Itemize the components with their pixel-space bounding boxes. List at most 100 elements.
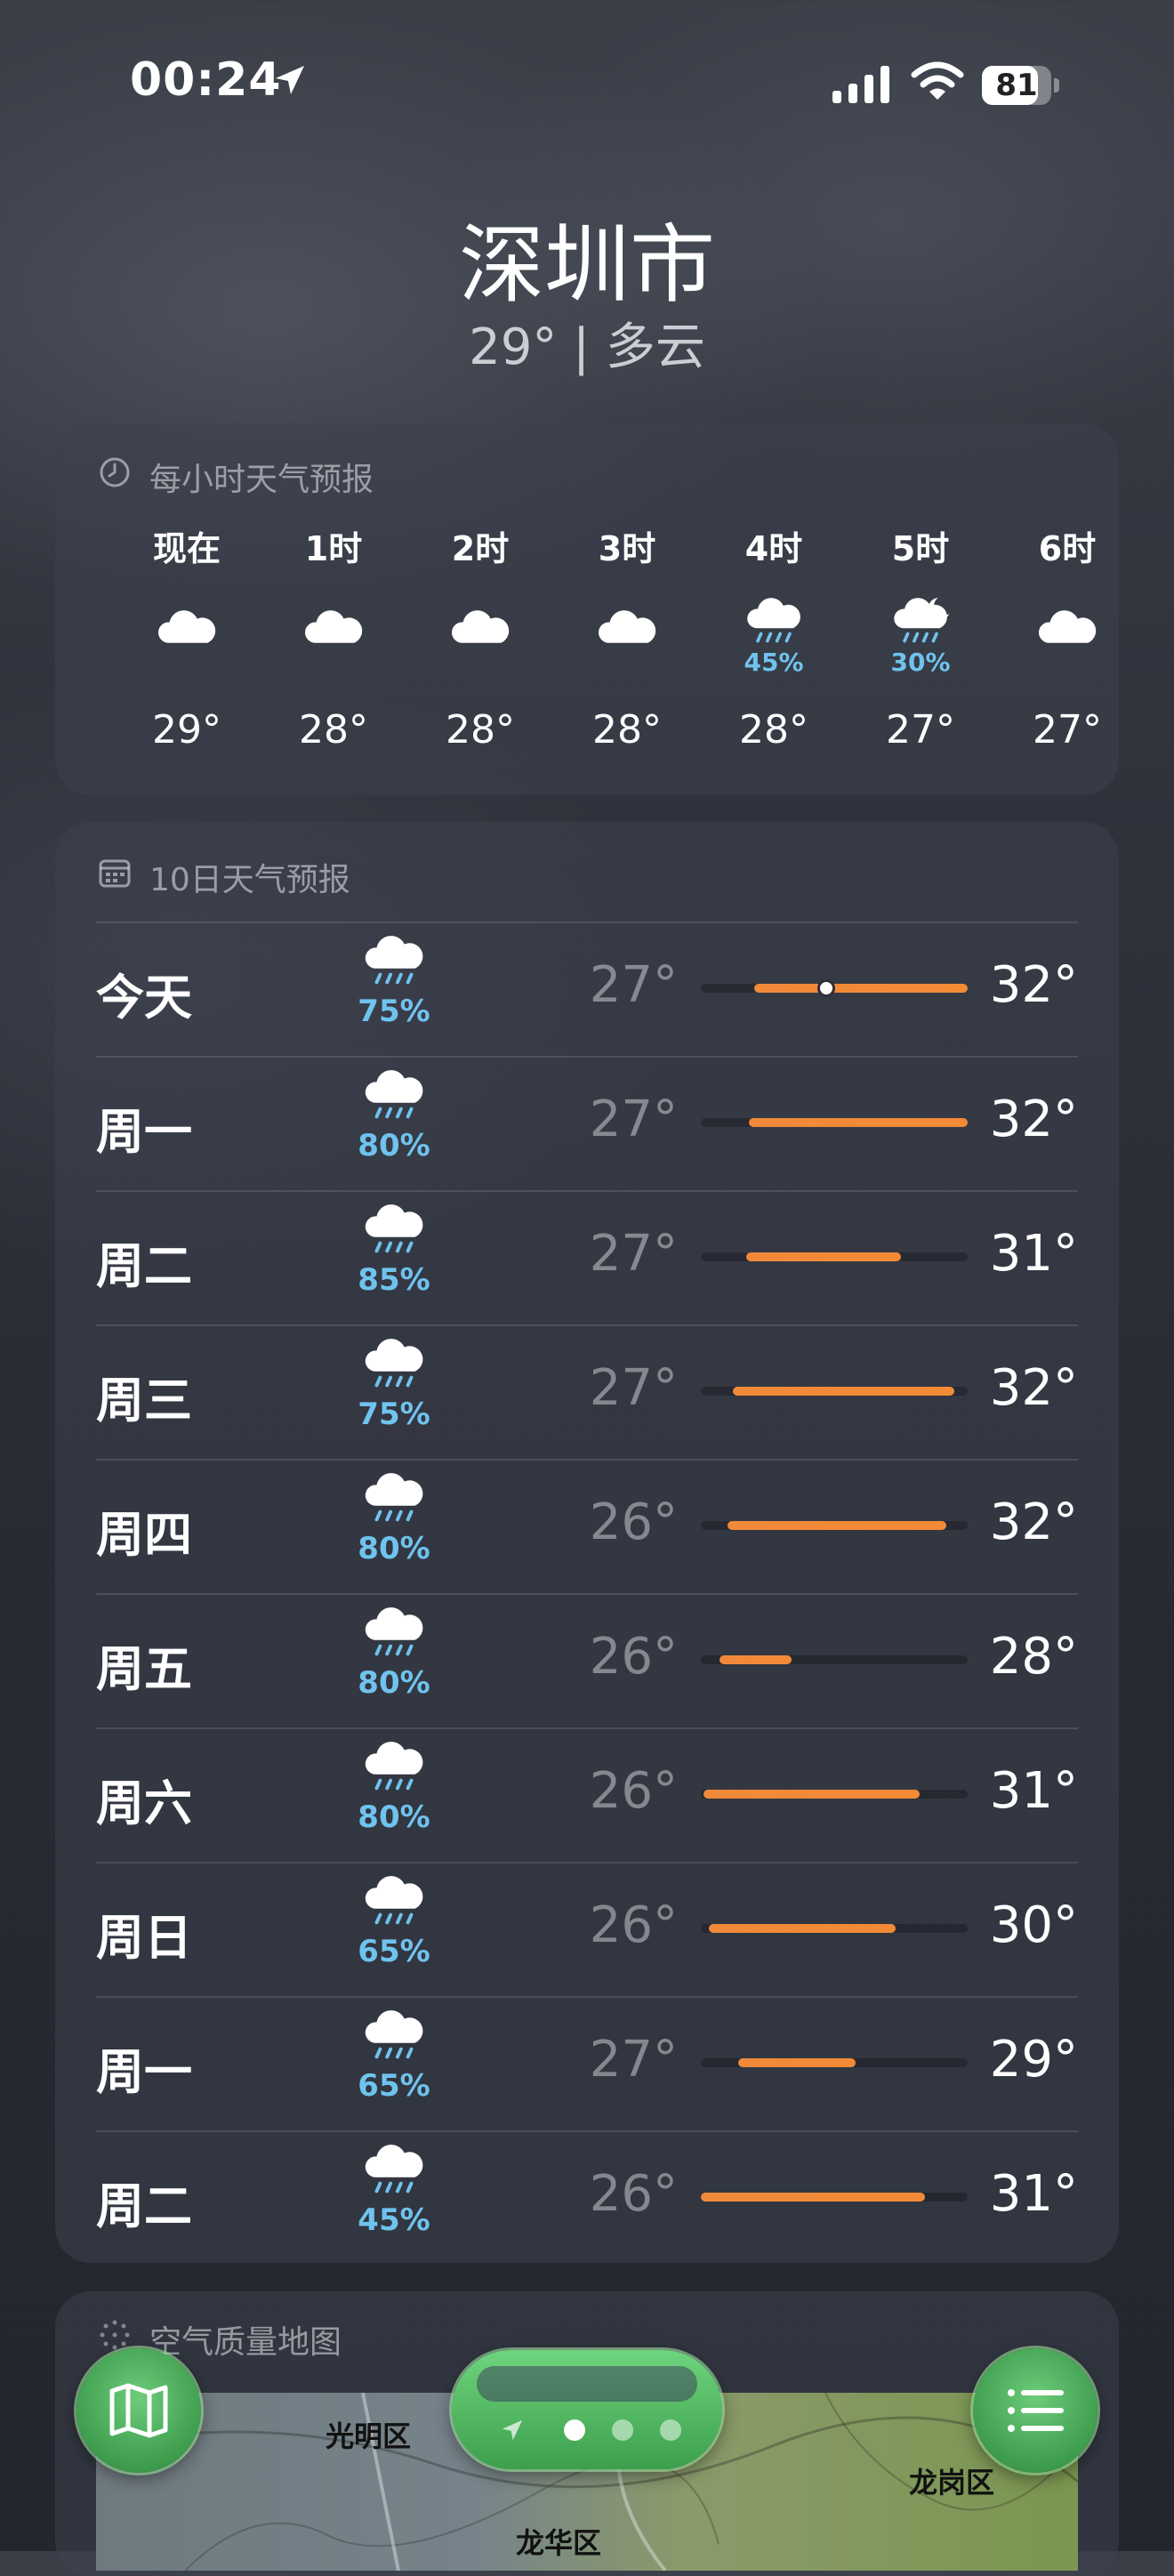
row-divider xyxy=(96,1862,1078,1864)
day-low-temp: 27° xyxy=(589,1225,678,1283)
hourly-temp: 27° xyxy=(1033,707,1102,753)
hourly-time: 4时 xyxy=(744,529,803,568)
city-list-button[interactable] xyxy=(973,2348,1098,2473)
page-dot[interactable] xyxy=(612,2419,633,2441)
daily-title: 10日天气预报 xyxy=(149,862,350,898)
day-label: 周二 xyxy=(96,2178,192,2234)
day-low-temp: 27° xyxy=(589,1359,678,1417)
temp-range-bar xyxy=(701,1387,968,1396)
hourly-title: 每小时天气预报 xyxy=(149,462,374,498)
day-label: 今天 xyxy=(96,970,192,1026)
temp-range-bar xyxy=(701,1521,968,1530)
map-label-longhua: 龙华区 xyxy=(516,2526,602,2560)
page-indicator[interactable] xyxy=(452,2350,722,2469)
cloud-rain-icon xyxy=(365,1204,423,1253)
calendar-icon xyxy=(99,859,131,888)
row-divider xyxy=(96,1324,1078,1326)
temp-range-fill xyxy=(733,1387,954,1396)
map-label-longgang: 龙岗区 xyxy=(909,2466,995,2500)
cloud-rain-icon xyxy=(365,2010,423,2059)
cloud-rain-icon xyxy=(747,597,800,642)
page-dot[interactable] xyxy=(564,2419,585,2441)
temp-range-bar xyxy=(701,1252,968,1261)
day-high-temp: 29° xyxy=(989,2031,1078,2089)
day-label: 周六 xyxy=(96,1775,192,1831)
cloud-rain-icon xyxy=(365,936,423,985)
hourly-item: 1时 28° xyxy=(267,521,400,753)
day-precip: 85% xyxy=(358,1262,430,1298)
cloud-icon xyxy=(157,610,216,643)
cellular-signal-icon xyxy=(832,66,889,103)
cloud-rain-icon xyxy=(365,2145,423,2194)
status-time: 00:24 xyxy=(130,53,282,107)
day-precip: 65% xyxy=(358,2068,430,2104)
hourly-forecast-card[interactable]: 每小时天气预报 现在 29° 1时 28° 2时 28° 3时 28° 4时 45% 28° 5时 30… xyxy=(55,423,1119,795)
temp-range-bar xyxy=(701,1790,968,1799)
day-high-temp: 31° xyxy=(989,1762,1078,1820)
temp-range-bar xyxy=(701,1924,968,1933)
day-label: 周四 xyxy=(96,1507,192,1563)
temp-range-fill xyxy=(704,1790,920,1799)
day-precip: 80% xyxy=(358,1128,430,1163)
hourly-item: 6时 27° xyxy=(1001,521,1134,753)
hourly-temp: 28° xyxy=(592,707,662,753)
day-high-temp: 32° xyxy=(989,1493,1078,1551)
day-low-temp: 27° xyxy=(589,956,678,1014)
hourly-temp: 28° xyxy=(299,707,368,753)
hourly-time: 3时 xyxy=(598,529,656,568)
cloud-icon xyxy=(1038,610,1097,643)
hourly-time: 现在 xyxy=(152,529,221,568)
day-high-temp: 32° xyxy=(989,1359,1078,1417)
cloud-icon xyxy=(304,610,363,643)
day-label: 周二 xyxy=(96,1238,192,1294)
day-label: 周三 xyxy=(96,1373,192,1429)
day-low-temp: 26° xyxy=(589,1896,678,1954)
hourly-temp: 29° xyxy=(152,707,221,753)
day-precip: 75% xyxy=(358,1397,430,1432)
current-conditions: 29° | 多云 xyxy=(469,318,705,376)
temp-range-bar xyxy=(701,2058,968,2067)
row-divider xyxy=(96,2130,1078,2132)
day-low-temp: 27° xyxy=(589,1091,678,1148)
day-label: 周一 xyxy=(96,2044,192,2100)
hourly-temp: 28° xyxy=(446,707,515,753)
cloud-icon xyxy=(451,610,510,643)
hourly-time: 2时 xyxy=(451,529,510,568)
air-quality-icon xyxy=(100,2320,130,2350)
row-divider xyxy=(96,1056,1078,1058)
day-low-temp: 26° xyxy=(589,1628,678,1686)
current-temp-marker xyxy=(817,979,835,997)
hourly-item: 现在 29° xyxy=(120,521,253,753)
list-icon xyxy=(1008,2389,1064,2432)
day-precip: 75% xyxy=(358,994,430,1029)
map-icon xyxy=(109,2383,168,2438)
hourly-temp: 28° xyxy=(739,707,808,753)
day-precip: 80% xyxy=(358,1799,430,1835)
hourly-temp: 27° xyxy=(886,707,955,753)
current-location-icon xyxy=(502,2419,523,2441)
hourly-item: 3时 28° xyxy=(560,521,694,753)
clock-icon xyxy=(100,457,130,487)
map-label-guangming: 光明区 xyxy=(326,2419,412,2453)
day-high-temp: 32° xyxy=(989,956,1078,1014)
day-label: 周日 xyxy=(96,1910,192,1966)
hourly-item: 5时 30% 27° xyxy=(854,521,987,753)
temp-range-fill xyxy=(746,1252,901,1261)
cloud-moon-rain-icon xyxy=(894,597,950,642)
cloud-rain-icon xyxy=(365,1876,423,1925)
cloud-rain-icon xyxy=(365,1070,423,1119)
day-precip: 80% xyxy=(358,1665,430,1701)
day-low-temp: 26° xyxy=(589,2165,678,2223)
row-divider xyxy=(96,1190,1078,1192)
map-button[interactable] xyxy=(76,2348,201,2473)
day-precip: 45% xyxy=(358,2202,430,2238)
temp-range-bar xyxy=(701,1655,968,1664)
row-divider xyxy=(96,922,1078,923)
page-dot[interactable] xyxy=(660,2419,681,2441)
temp-range-fill xyxy=(720,1655,792,1664)
hourly-time: 5时 xyxy=(891,529,950,568)
day-low-temp: 26° xyxy=(589,1493,678,1551)
temp-range-fill xyxy=(701,2193,925,2202)
temp-range-bar xyxy=(701,979,968,997)
wifi-icon xyxy=(911,61,964,100)
